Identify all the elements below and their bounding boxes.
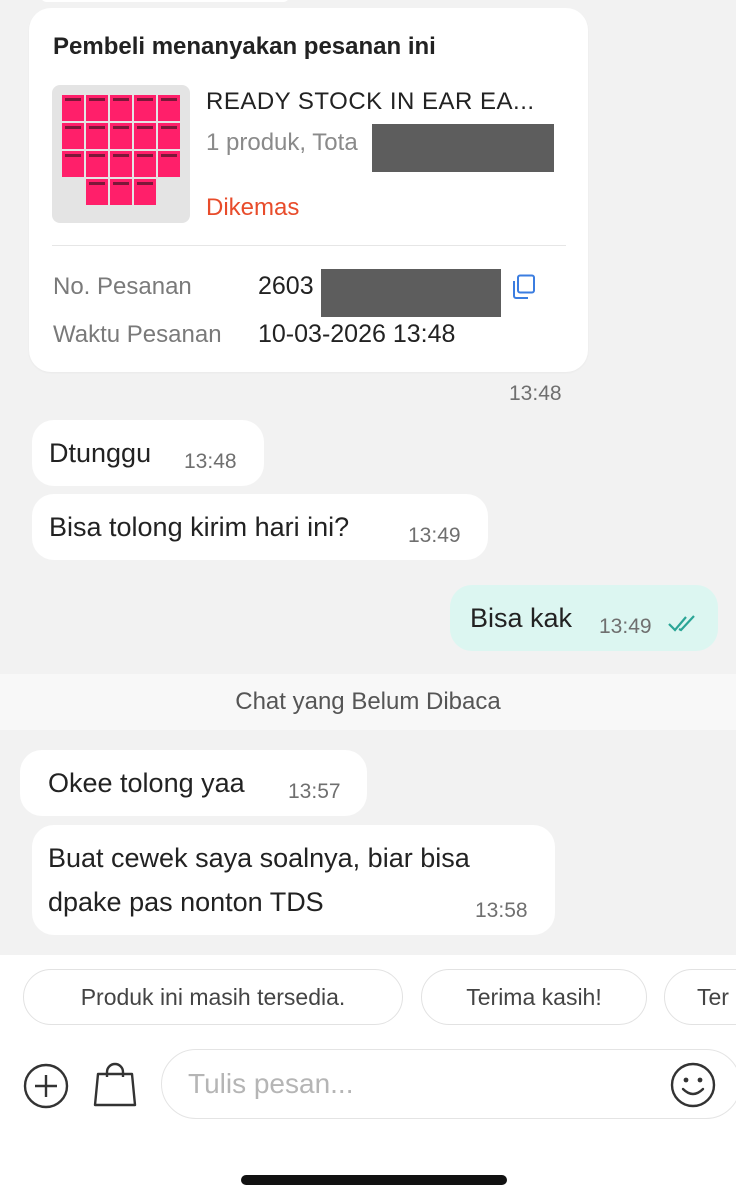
- home-indicator: [241, 1175, 507, 1185]
- order-time-value: 10-03-2026 13:48: [258, 320, 456, 348]
- message-text: Dtunggu: [49, 438, 152, 468]
- message-text-line: Buat cewek saya soalnya, biar bisa: [48, 843, 470, 873]
- order-number-label: No. Pesanan: [53, 273, 192, 300]
- message-bubble-incoming[interactable]: Okee tolong yaa 13:57: [20, 750, 367, 816]
- previous-bubble-edge: [40, 0, 290, 2]
- message-time: 13:48: [184, 450, 237, 473]
- redaction-block: [321, 269, 501, 317]
- message-bubble-incoming[interactable]: Bisa tolong kirim hari ini? 13:49: [32, 494, 488, 560]
- card-divider: [52, 245, 566, 246]
- order-card[interactable]: Pembeli menanyakan pesanan ini READY STO…: [29, 8, 588, 372]
- plus-icon[interactable]: [22, 1062, 70, 1110]
- read-tick-icon: [668, 615, 695, 632]
- message-time: 13:57: [288, 780, 341, 803]
- copy-icon[interactable]: [512, 274, 536, 300]
- emoji-icon[interactable]: [669, 1061, 717, 1109]
- product-summary: 1 produk, Tota: [206, 129, 358, 156]
- unread-messages-divider: Chat yang Belum Dibaca: [0, 674, 736, 730]
- message-time: 13:58: [475, 899, 528, 922]
- order-card-title: Pembeli menanyakan pesanan ini: [53, 33, 436, 60]
- product-name[interactable]: READY STOCK IN EAR EA...: [206, 88, 535, 116]
- message-input[interactable]: Tulis pesan...: [161, 1049, 736, 1119]
- message-text: Bisa tolong kirim hari ini?: [49, 512, 350, 542]
- order-card-timestamp: 13:48: [509, 382, 562, 405]
- order-time-label: Waktu Pesanan: [53, 321, 222, 348]
- quick-reply-chip[interactable]: Ter: [664, 969, 736, 1025]
- message-input-placeholder: Tulis pesan...: [188, 1068, 354, 1099]
- order-status: Dikemas: [206, 194, 300, 221]
- message-time: 13:49: [599, 615, 652, 638]
- message-time: 13:49: [408, 524, 461, 547]
- message-bubble-incoming[interactable]: Buat cewek saya soalnya, biar bisa dpake…: [32, 825, 555, 935]
- chat-area: Pembeli menanyakan pesanan ini READY STO…: [0, 0, 736, 955]
- message-text: Bisa kak: [470, 603, 573, 633]
- product-image-packs: [60, 95, 182, 207]
- quick-reply-chip[interactable]: Terima kasih!: [421, 969, 647, 1025]
- redaction-block: [372, 124, 554, 172]
- product-thumbnail[interactable]: [52, 85, 190, 223]
- message-text: Okee tolong yaa: [48, 768, 245, 798]
- quick-reply-chip[interactable]: Produk ini masih tersedia.: [23, 969, 403, 1025]
- order-number-value: 2603: [258, 272, 314, 300]
- message-text-line: dpake pas nonton TDS: [48, 887, 324, 917]
- shopping-bag-icon[interactable]: [92, 1060, 138, 1108]
- message-bubble-incoming[interactable]: Dtunggu 13:48: [32, 420, 264, 486]
